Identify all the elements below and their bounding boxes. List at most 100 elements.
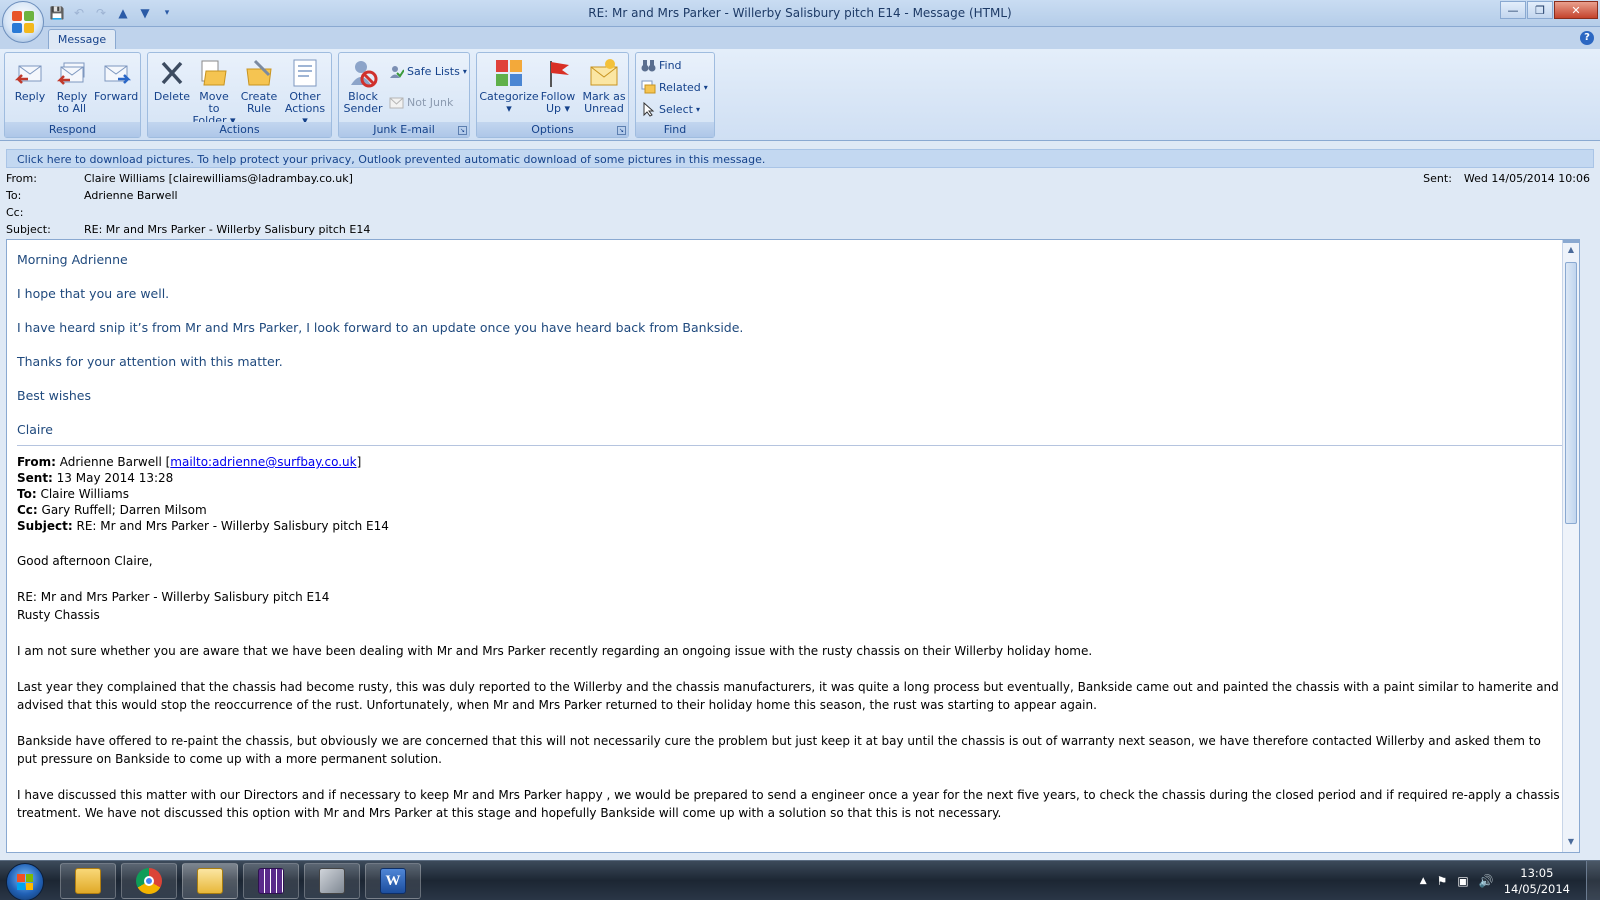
categorize-button[interactable]: Categorize ▾ [479, 55, 539, 121]
vertical-scrollbar[interactable]: ▲ ▼ [1562, 240, 1579, 852]
original-paragraph: I have discussed this matter with our Di… [17, 788, 1560, 820]
reply-icon [14, 57, 46, 89]
original-paragraph: I am not sure whether you are aware that… [17, 644, 1093, 658]
show-hidden-icons-icon[interactable]: ▲ [1420, 876, 1427, 886]
reply-greeting: Morning Adrienne [17, 252, 128, 267]
tab-message[interactable]: Message [48, 29, 116, 50]
clock-time: 13:05 [1520, 866, 1554, 880]
start-button[interactable] [6, 863, 44, 900]
window-controls: — ❐ ✕ [1500, 1, 1598, 19]
word-icon: W [380, 868, 406, 894]
group-respond: Reply Reply to All Forward Respond [4, 52, 141, 138]
follow-up-button[interactable]: Follow Up ▾ [536, 55, 580, 121]
taskbar-windows-explorer[interactable] [60, 863, 116, 899]
group-label-junk: Junk E-mail [339, 122, 469, 137]
block-sender-icon [347, 57, 379, 89]
taskbar-calendar-app[interactable] [243, 863, 299, 899]
reply-text: Morning Adrienne I hope that you are wel… [17, 252, 1562, 437]
scroll-thumb[interactable] [1565, 262, 1577, 524]
reply-line: I have heard snip it’s from Mr and Mrs P… [17, 320, 744, 335]
folder-icon [75, 868, 101, 894]
sent-value: Wed 14/05/2014 10:06 [1463, 172, 1590, 185]
ribbon-tab-row: Message ? [0, 27, 1600, 50]
title-bar: 💾 ↶ ↷ ▲ ▼ ▾ RE: Mr and Mrs Parker - Will… [0, 0, 1600, 27]
block-sender-button[interactable]: Block Sender [341, 55, 385, 121]
tools-icon [319, 868, 345, 894]
scroll-up-arrow-icon[interactable]: ▲ [1563, 242, 1579, 258]
from-field: From: Claire Williams [clairewilliams@lad… [6, 172, 353, 185]
group-label-options: Options [477, 122, 628, 137]
create-rule-button[interactable]: Create Rule [237, 55, 281, 121]
to-field: To: Adrienne Barwell [6, 189, 178, 202]
forward-button[interactable]: Forward [94, 55, 138, 121]
group-label-actions: Actions [148, 122, 331, 137]
group-label-respond: Respond [5, 122, 140, 137]
follow-up-flag-icon [542, 57, 574, 89]
close-button[interactable]: ✕ [1554, 1, 1598, 19]
original-message-body: Good afternoon Claire, RE: Mr and Mrs Pa… [17, 552, 1562, 822]
related-messages-icon [641, 80, 656, 95]
categorize-icon [493, 57, 525, 89]
cursor-arrow-icon [641, 101, 656, 117]
not-junk-button[interactable]: Not Junk [389, 92, 453, 112]
ribbon: Reply Reply to All Forward Respond Delet… [0, 49, 1600, 141]
chrome-icon [136, 868, 162, 894]
forward-icon [100, 57, 132, 89]
select-button[interactable]: Select ▾ [641, 99, 700, 119]
taskbar-microsoft-word[interactable]: W [365, 863, 421, 899]
move-to-folder-icon [198, 57, 230, 89]
delete-icon [156, 57, 188, 89]
delete-button[interactable]: Delete [150, 55, 194, 121]
to-value[interactable]: Adrienne Barwell [84, 189, 178, 202]
sent-field: Sent: Wed 14/05/2014 10:06 [1423, 172, 1590, 185]
junk-dialog-launcher-icon[interactable]: ↘ [458, 126, 467, 135]
move-to-folder-button[interactable]: Move to Folder ▾ [192, 55, 236, 127]
original-message-header: From: Adrienne Barwell [mailto:adrienne@… [17, 445, 1562, 534]
not-junk-icon [389, 95, 404, 110]
reply-line: Thanks for your attention with this matt… [17, 354, 283, 369]
original-paragraph: Last year they complained that the chass… [17, 680, 1559, 712]
reply-button[interactable]: Reply [8, 55, 52, 121]
cc-field: Cc: [6, 206, 24, 219]
reply-all-button[interactable]: Reply to All [50, 55, 94, 121]
other-actions-icon [289, 57, 321, 89]
action-center-flag-icon[interactable]: ⚑ [1437, 874, 1448, 888]
from-value[interactable]: Claire Williams [clairewilliams@ladramba… [84, 172, 353, 185]
message-body[interactable]: Morning Adrienne I hope that you are wel… [6, 239, 1580, 853]
related-button[interactable]: Related ▾ [641, 77, 708, 97]
outlook-envelope-icon [197, 868, 223, 894]
create-rule-icon [243, 57, 275, 89]
network-icon[interactable]: ▣ [1457, 874, 1468, 888]
help-icon[interactable]: ? [1580, 31, 1594, 45]
find-button[interactable]: Find [641, 55, 682, 75]
maximize-button[interactable]: ❐ [1527, 1, 1553, 19]
clock[interactable]: 13:05 14/05/2014 [1504, 865, 1570, 897]
reply-signoff: Best wishes [17, 388, 91, 403]
safe-lists-icon [389, 64, 405, 79]
minimize-button[interactable]: — [1500, 1, 1526, 19]
calendar-grid-icon [258, 868, 284, 894]
group-junk-email: Block Sender Safe Lists ▾ Not Junk Junk E… [338, 52, 470, 138]
office-logo-icon [12, 11, 34, 33]
taskbar-tools-app[interactable] [304, 863, 360, 899]
window-title: RE: Mr and Mrs Parker - Willerby Salisbu… [588, 6, 1012, 20]
windows-logo-icon [17, 874, 33, 890]
other-actions-button[interactable]: Other Actions ▾ [282, 55, 328, 127]
sender-email-link[interactable]: mailto:adrienne@surfbay.co.uk [170, 455, 356, 469]
original-re-subline: Rusty Chassis [17, 608, 100, 622]
system-tray: ▲ ⚑ ▣ 🔊 13:05 14/05/2014 [1420, 861, 1570, 900]
scroll-down-arrow-icon[interactable]: ▼ [1563, 834, 1579, 850]
volume-icon[interactable]: 🔊 [1479, 874, 1494, 888]
options-dialog-launcher-icon[interactable]: ↘ [617, 126, 626, 135]
safe-lists-button[interactable]: Safe Lists ▾ [389, 61, 467, 81]
reply-line: I hope that you are well. [17, 286, 170, 301]
reply-signature: Claire [17, 422, 53, 437]
group-label-find: Find [636, 122, 714, 137]
taskbar-outlook[interactable] [182, 863, 238, 899]
download-pictures-infobar[interactable]: Click here to download pictures. To help… [6, 149, 1594, 168]
office-button[interactable] [2, 1, 44, 43]
show-desktop-button[interactable] [1586, 861, 1600, 900]
taskbar-google-chrome[interactable] [121, 863, 177, 899]
reply-all-icon [56, 57, 88, 89]
mark-as-unread-button[interactable]: Mark as Unread [581, 55, 627, 121]
